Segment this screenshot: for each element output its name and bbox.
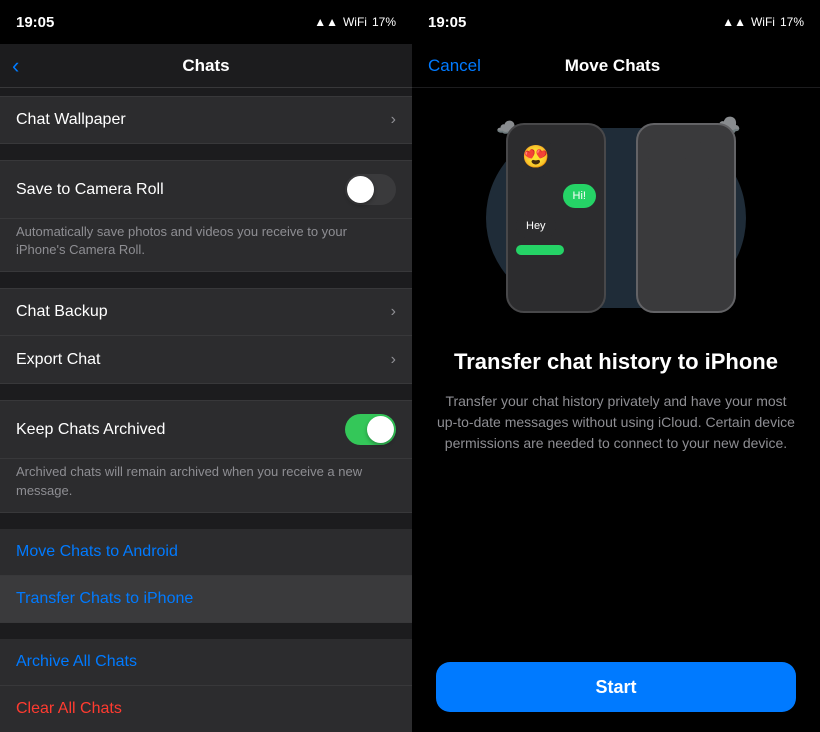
clear-all-chats-label: Clear All Chats bbox=[16, 700, 122, 717]
section-keep-archived: Keep Chats Archived Archived chats will … bbox=[0, 400, 412, 512]
status-bar-right: 19:05 ▲▲ WiFi 17% bbox=[412, 0, 820, 44]
section-backup: Chat Backup › Export Chat › bbox=[0, 288, 412, 384]
move-chats-title: Move Chats bbox=[565, 56, 660, 76]
toggle-knob-archived bbox=[367, 416, 394, 443]
back-button[interactable]: ‹ bbox=[12, 53, 19, 79]
toggle-knob bbox=[347, 176, 374, 203]
phone-left: 😍 Hi! Hey bbox=[506, 123, 606, 313]
emoji-bubble: 😍 bbox=[516, 137, 556, 177]
signal-icon-right: ▲▲ bbox=[722, 15, 746, 29]
camera-roll-toggle[interactable] bbox=[345, 174, 396, 205]
time-right: 19:05 bbox=[428, 14, 466, 31]
chat-bubble-received: Hey bbox=[516, 214, 556, 238]
signal-icon: ▲▲ bbox=[314, 15, 338, 29]
battery-left: 17% bbox=[372, 15, 396, 29]
archive-all-chats-item[interactable]: Archive All Chats bbox=[0, 639, 412, 686]
status-icons-left: ▲▲ WiFi 17% bbox=[314, 15, 396, 29]
line1 bbox=[648, 135, 701, 145]
phone-right bbox=[636, 123, 736, 313]
battery-right: 17% bbox=[780, 15, 804, 29]
section-move-transfer: Move Chats to Android Transfer Chats to … bbox=[0, 529, 412, 623]
nav-header-left: ‹ Chats bbox=[0, 44, 412, 88]
status-icons-right: ▲▲ WiFi 17% bbox=[722, 15, 804, 29]
settings-list: Chat Wallpaper › Save to Camera Roll Aut… bbox=[0, 88, 412, 732]
gap-4 bbox=[0, 521, 412, 529]
start-button[interactable]: Start bbox=[436, 662, 796, 712]
transfer-description: Transfer your chat history privately and… bbox=[436, 391, 796, 454]
wifi-icon-right: WiFi bbox=[751, 15, 775, 29]
right-panel: 19:05 ▲▲ WiFi 17% Cancel Move Chats ☁️ ☁… bbox=[412, 0, 820, 732]
chat-wallpaper-label: Chat Wallpaper bbox=[16, 111, 126, 129]
chevron-backup-icon: › bbox=[391, 303, 396, 321]
transfer-chats-iphone-item[interactable]: Transfer Chats to iPhone bbox=[0, 576, 412, 623]
start-label: Start bbox=[595, 677, 636, 698]
cancel-button[interactable]: Cancel bbox=[428, 56, 481, 76]
chat-backup-label: Chat Backup bbox=[16, 303, 108, 321]
gap-3 bbox=[0, 392, 412, 400]
section-archive-delete: Archive All Chats Clear All Chats Delete… bbox=[0, 639, 412, 732]
export-chat-label: Export Chat bbox=[16, 351, 100, 369]
chat-wallpaper-item[interactable]: Chat Wallpaper › bbox=[0, 96, 412, 144]
move-chats-android-item[interactable]: Move Chats to Android bbox=[0, 529, 412, 576]
page-title-left: Chats bbox=[182, 56, 229, 76]
transfer-title: Transfer chat history to iPhone bbox=[454, 348, 778, 377]
gap-5 bbox=[0, 631, 412, 639]
save-camera-roll-item[interactable]: Save to Camera Roll bbox=[0, 160, 412, 219]
chat-bubble-sent: Hi! bbox=[563, 184, 596, 208]
clear-all-chats-item[interactable]: Clear All Chats bbox=[0, 686, 412, 732]
move-chats-content: ☁️ ☁️ 😍 Hi! Hey Transfer chat history to… bbox=[412, 88, 820, 732]
wifi-icon: WiFi bbox=[343, 15, 367, 29]
section-wallpaper: Chat Wallpaper › bbox=[0, 96, 412, 144]
transfer-chats-iphone-label: Transfer Chats to iPhone bbox=[16, 590, 193, 607]
gap-1 bbox=[0, 152, 412, 160]
chat-backup-item[interactable]: Chat Backup › bbox=[0, 288, 412, 336]
move-chats-android-label: Move Chats to Android bbox=[16, 543, 178, 560]
keep-archived-description: Archived chats will remain archived when… bbox=[0, 459, 412, 512]
phone-right-content bbox=[638, 125, 734, 191]
export-chat-item[interactable]: Export Chat › bbox=[0, 336, 412, 384]
line3 bbox=[648, 171, 709, 181]
keep-chats-archived-label: Keep Chats Archived bbox=[16, 421, 165, 439]
line2 bbox=[648, 151, 686, 161]
keep-chats-archived-item[interactable]: Keep Chats Archived bbox=[0, 400, 412, 459]
save-camera-roll-label: Save to Camera Roll bbox=[16, 181, 164, 199]
chevron-icon: › bbox=[391, 111, 396, 129]
phones-illustration: ☁️ ☁️ 😍 Hi! Hey bbox=[476, 108, 756, 328]
right-nav: Cancel Move Chats bbox=[412, 44, 820, 88]
keep-archived-toggle[interactable] bbox=[345, 414, 396, 445]
left-panel: 19:05 ▲▲ WiFi 17% ‹ Chats Chat Wallpaper… bbox=[0, 0, 412, 732]
chevron-export-icon: › bbox=[391, 351, 396, 369]
status-bar-left: 19:05 ▲▲ WiFi 17% bbox=[0, 0, 412, 44]
time-left: 19:05 bbox=[16, 14, 54, 31]
camera-roll-description: Automatically save photos and videos you… bbox=[0, 219, 412, 272]
message-bar bbox=[516, 245, 564, 255]
archive-all-chats-label: Archive All Chats bbox=[16, 653, 137, 670]
section-camera-roll: Save to Camera Roll Automatically save p… bbox=[0, 160, 412, 272]
gap-2 bbox=[0, 280, 412, 288]
